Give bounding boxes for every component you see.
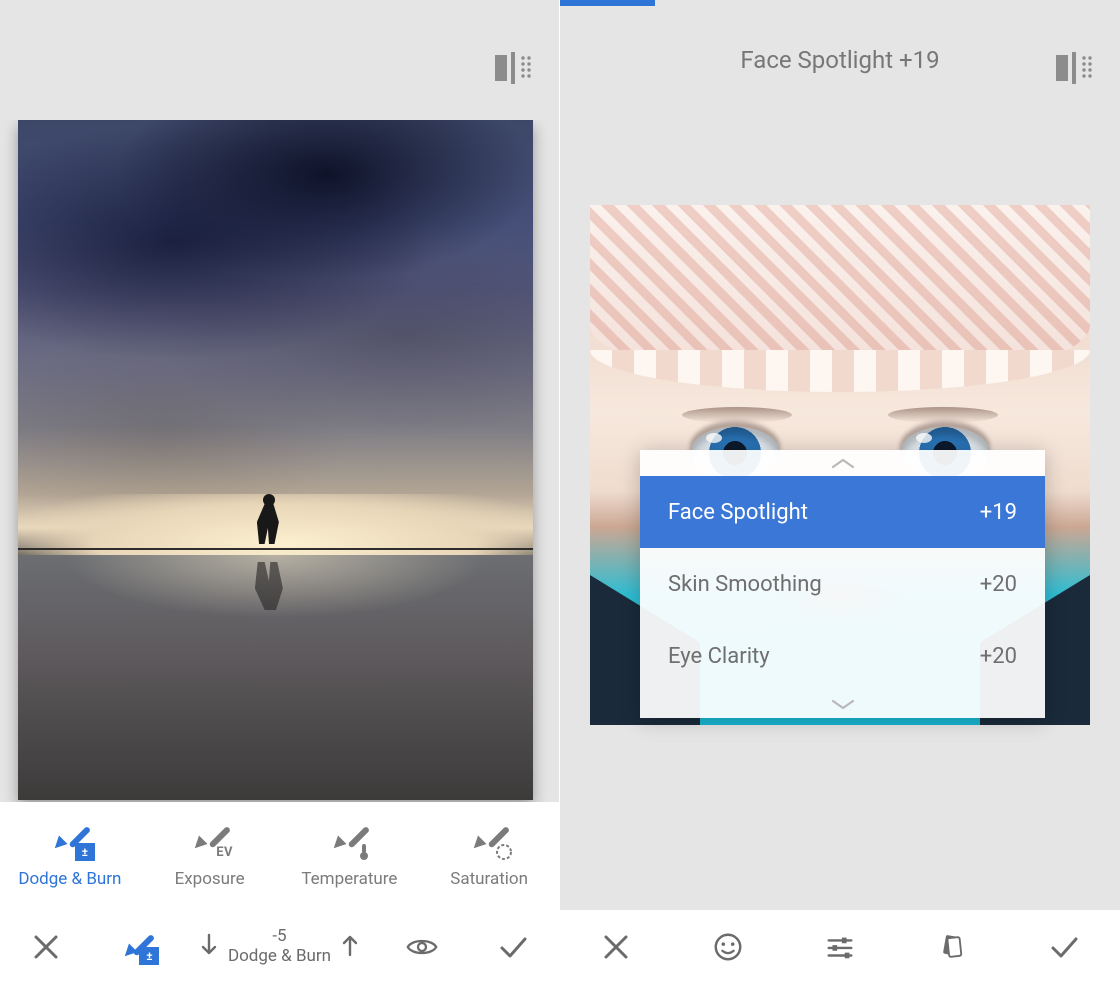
param-value: +19 xyxy=(980,500,1017,525)
right-editor-pane: Face Spotlight +19 xyxy=(560,0,1120,984)
brush-dodge-burn[interactable]: Dodge & Burn xyxy=(0,802,140,910)
param-skin-smoothing[interactable]: Skin Smoothing +20 xyxy=(640,548,1045,620)
sliders-button[interactable] xyxy=(784,931,896,963)
param-label: Face Spotlight xyxy=(668,500,808,525)
brush-label: Temperature xyxy=(301,869,397,889)
styles-button[interactable] xyxy=(896,931,1008,963)
parameter-slider-track[interactable] xyxy=(560,0,1120,6)
param-label: Eye Clarity xyxy=(668,644,770,669)
right-canvas[interactable]: Face Spotlight +19 Skin Smoothing +20 Ey… xyxy=(560,120,1120,910)
chevron-up-icon[interactable] xyxy=(640,450,1045,476)
cancel-button[interactable] xyxy=(0,931,92,963)
brush-label: Dodge & Burn xyxy=(18,869,121,889)
param-value: +20 xyxy=(980,572,1017,597)
right-topbar: Face Spotlight +19 xyxy=(560,0,1120,120)
active-brush-icon[interactable] xyxy=(92,931,184,963)
aperture-icon xyxy=(494,843,514,861)
compare-icon[interactable] xyxy=(1054,50,1094,86)
brush-exposure[interactable]: EV Exposure xyxy=(140,802,280,910)
left-editor-pane: Dodge & Burn EV Exposure Temperature xyxy=(0,0,560,984)
exposure-badge-icon: EV xyxy=(215,843,235,861)
thermometer-icon xyxy=(354,843,374,861)
brush-temperature[interactable]: Temperature xyxy=(280,802,420,910)
apply-button[interactable] xyxy=(467,931,559,963)
left-photo[interactable] xyxy=(18,120,533,800)
dodge-burn-badge-icon xyxy=(75,843,95,861)
brush-label: Exposure xyxy=(175,869,245,889)
parameter-panel[interactable]: Face Spotlight +19 Skin Smoothing +20 Ey… xyxy=(640,450,1045,718)
brush-saturation[interactable]: Saturation xyxy=(419,802,559,910)
param-face-spotlight[interactable]: Face Spotlight +19 xyxy=(640,476,1045,548)
arrow-down-icon[interactable] xyxy=(198,932,220,962)
chevron-down-icon[interactable] xyxy=(640,692,1045,718)
brush-label: Saturation xyxy=(450,869,528,889)
left-bottombar: -5 Dodge & Burn xyxy=(0,910,559,984)
brush-strength-stepper[interactable]: -5 Dodge & Burn xyxy=(183,927,375,966)
stepper-readout: -5 Dodge & Burn xyxy=(228,927,331,966)
adjustment-title: Face Spotlight +19 xyxy=(740,46,939,74)
dodge-burn-badge-icon xyxy=(139,947,159,965)
arrow-up-icon[interactable] xyxy=(339,932,361,962)
param-value: +20 xyxy=(980,644,1017,669)
face-tool-button[interactable] xyxy=(672,931,784,963)
compare-icon[interactable] xyxy=(493,50,533,86)
param-eye-clarity[interactable]: Eye Clarity +20 xyxy=(640,620,1045,692)
left-canvas[interactable] xyxy=(0,120,559,802)
visibility-toggle[interactable] xyxy=(376,931,468,963)
brush-selector-row: Dodge & Burn EV Exposure Temperature xyxy=(0,802,559,910)
left-topbar xyxy=(0,0,559,120)
param-label: Skin Smoothing xyxy=(668,572,822,597)
right-bottombar xyxy=(560,910,1120,984)
cancel-button[interactable] xyxy=(560,931,672,963)
apply-button[interactable] xyxy=(1008,931,1120,963)
